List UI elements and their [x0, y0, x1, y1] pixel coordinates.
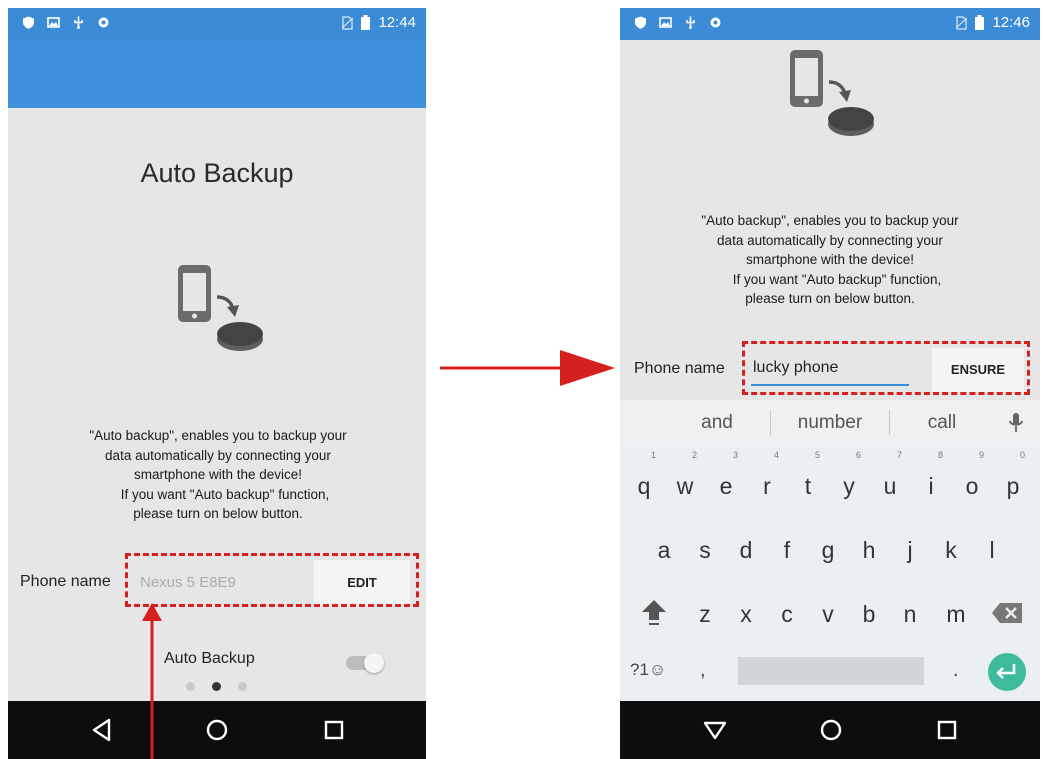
image-icon	[659, 17, 672, 28]
key-a[interactable]: a	[644, 525, 684, 573]
phone-name-label: Phone name	[20, 573, 111, 590]
key-f[interactable]: f	[767, 525, 807, 573]
page-dot	[238, 682, 247, 691]
battery-icon	[361, 15, 371, 30]
suggestion-divider	[889, 410, 890, 435]
key-w[interactable]: 2w	[665, 450, 705, 509]
page-title: Auto Backup	[140, 158, 294, 188]
usb-icon	[74, 16, 83, 29]
left-phone-screen: 12:44 Auto Backup "Auto backup", enables…	[8, 8, 426, 759]
key-s[interactable]: s	[685, 525, 725, 573]
status-time: 12:44	[378, 14, 416, 31]
key-p[interactable]: 0p	[993, 450, 1033, 509]
hide-keyboard-icon[interactable]	[700, 715, 730, 745]
right-phone-screen: 12:46 "Auto backup", enables you to back…	[620, 8, 1040, 759]
auto-backup-label: Auto Backup	[164, 650, 255, 667]
key-g[interactable]: g	[808, 525, 848, 573]
status-time: 12:46	[992, 14, 1030, 31]
key-q[interactable]: 1q	[624, 450, 664, 509]
shield-icon	[23, 16, 34, 29]
android-icon	[98, 17, 109, 28]
key-c[interactable]: c	[767, 589, 807, 637]
backup-device-icon	[828, 107, 874, 136]
recents-icon[interactable]	[932, 715, 962, 745]
key-y[interactable]: 6y	[829, 450, 869, 509]
no-sim-icon	[342, 15, 354, 30]
smartphone-icon	[178, 265, 211, 322]
key-v[interactable]: v	[808, 589, 848, 637]
key-u[interactable]: 7u	[870, 450, 910, 509]
page-dot-active	[212, 682, 221, 691]
symbols-key[interactable]: ?1☺	[630, 650, 666, 690]
home-icon[interactable]	[816, 715, 846, 745]
key-t[interactable]: 5t	[788, 450, 828, 509]
suggestion-item[interactable]: number	[780, 400, 880, 445]
key-e[interactable]: 3e	[706, 450, 746, 509]
shift-icon[interactable]	[640, 598, 668, 628]
comma-key[interactable]: ,	[700, 650, 706, 690]
home-icon[interactable]	[202, 715, 232, 745]
navigation-bar	[620, 701, 1040, 759]
suggestion-item[interactable]: call	[907, 400, 977, 445]
backspace-icon[interactable]	[991, 602, 1023, 624]
key-k[interactable]: k	[931, 525, 971, 573]
key-h[interactable]: h	[849, 525, 889, 573]
key-z[interactable]: z	[685, 589, 725, 637]
smartphone-icon	[790, 50, 823, 107]
microphone-icon[interactable]	[1008, 412, 1024, 434]
auto-backup-toggle[interactable]	[342, 652, 388, 674]
status-right: 12:44	[342, 14, 416, 31]
notification-icons	[22, 16, 110, 29]
status-bar: 12:44	[8, 8, 426, 40]
key-m[interactable]: m	[936, 589, 976, 637]
suggestion-divider	[770, 410, 771, 435]
key-l[interactable]: l	[972, 525, 1012, 573]
recents-icon[interactable]	[319, 715, 349, 745]
suggestion-strip: and number call	[620, 400, 1040, 445]
back-icon[interactable]	[87, 715, 117, 745]
phone-to-device-illustration	[178, 265, 263, 351]
key-j[interactable]: j	[890, 525, 930, 573]
soft-keyboard: 1q 2w 3e 4r 5t 6y 7u 8i 9o 0p a s d f g …	[620, 445, 1040, 701]
navigation-bar	[8, 701, 426, 759]
key-b[interactable]: b	[849, 589, 889, 637]
space-bar[interactable]	[738, 657, 924, 685]
key-x[interactable]: x	[726, 589, 766, 637]
no-sim-icon	[956, 15, 968, 30]
image-icon	[47, 17, 60, 28]
android-icon	[710, 17, 721, 28]
page-dot	[186, 682, 195, 691]
usb-icon	[686, 16, 695, 29]
highlight-box	[742, 341, 1030, 395]
key-i[interactable]: 8i	[911, 450, 951, 509]
key-n[interactable]: n	[890, 589, 930, 637]
toggle-thumb	[364, 653, 384, 673]
description-text: "Auto backup", enables you to backup you…	[701, 213, 959, 306]
suggestion-item[interactable]: and	[682, 400, 752, 445]
backup-device-icon	[217, 322, 263, 351]
key-r[interactable]: 4r	[747, 450, 787, 509]
highlight-box	[125, 553, 419, 607]
shield-icon	[635, 16, 646, 29]
status-bar: 12:46	[620, 8, 1040, 40]
key-o[interactable]: 9o	[952, 450, 992, 509]
enter-icon[interactable]	[987, 652, 1027, 692]
battery-icon	[975, 15, 985, 30]
period-key[interactable]: .	[953, 650, 959, 690]
action-bar	[8, 40, 426, 108]
key-d[interactable]: d	[726, 525, 766, 573]
description-text: "Auto backup", enables you to backup you…	[89, 428, 347, 521]
phone-name-label: Phone name	[634, 360, 725, 377]
phone-to-device-illustration	[790, 50, 874, 136]
notification-icons	[634, 16, 722, 29]
status-right: 12:46	[956, 14, 1030, 31]
